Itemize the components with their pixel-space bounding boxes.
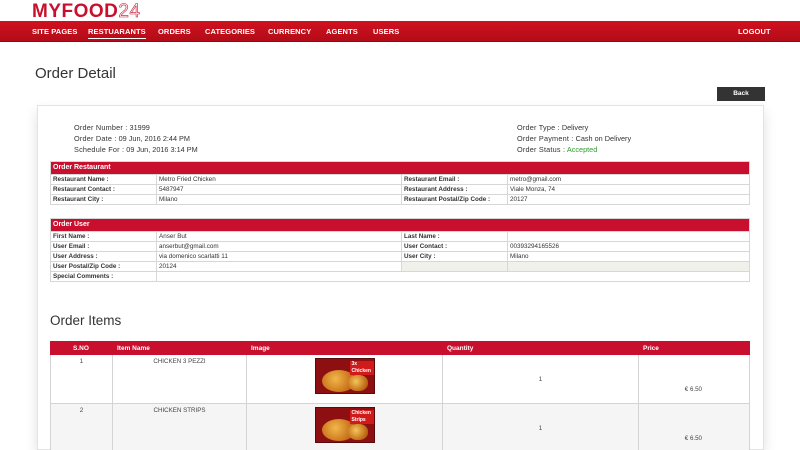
item-image-cell: Chicken Strips (246, 403, 443, 450)
order-payment-value: Cash on Delivery (575, 134, 632, 143)
nav-users[interactable]: USERS (373, 27, 399, 36)
user-city-label: User City : (401, 251, 508, 262)
empty-cell (507, 261, 750, 272)
logo-text: MYFOOD (32, 1, 119, 22)
top-header: MYFOOD24 (0, 0, 800, 22)
user-email-value: anserbut@gmail.com (156, 241, 402, 252)
nav-currency[interactable]: CURRENCY (268, 27, 311, 36)
order-restaurant-table: Order Restaurant Restaurant Name : Metro… (50, 161, 750, 205)
restaurant-name-value: Metro Fried Chicken (156, 174, 402, 185)
item-image-cell: 3x Chicken (246, 354, 443, 404)
item-price: € 6.50 (638, 354, 750, 404)
food-shape (347, 424, 368, 440)
special-comments-label: Special Comments : (50, 271, 157, 282)
user-section-heading: Order User (50, 218, 750, 232)
order-items-title: Order Items (50, 313, 122, 328)
item-name: CHICKEN 3 PEZZI (112, 354, 247, 404)
page-title: Order Detail (35, 65, 116, 82)
user-zip-label: User Postal/Zip Code : (50, 261, 157, 272)
item-sno: 1 (50, 354, 113, 404)
order-type-label: Order Type : (517, 123, 560, 132)
order-date-label: Order Date : (74, 134, 117, 143)
order-status-label: Order Status : (517, 145, 566, 154)
restaurant-city-label: Restaurant City : (50, 194, 157, 205)
item-image[interactable]: Chicken Strips (314, 407, 375, 443)
order-type: Order Type : Delivery (517, 123, 588, 132)
restaurant-zip-value: 20127 (507, 194, 750, 205)
logo-number: 24 (118, 1, 141, 23)
order-date-value: 09 Jun, 2016 2:44 PM (118, 134, 190, 143)
back-button[interactable]: Back (717, 87, 765, 101)
empty-cell (401, 261, 508, 272)
table-row: 2 CHICKEN STRIPS Chicken Strips 1 € 6.50 (50, 403, 750, 450)
image-badge: Chicken Strips (349, 410, 374, 424)
items-header-row: S.NO Item Name Image Quantity Price (50, 341, 750, 355)
order-type-value: Delivery (561, 123, 589, 132)
user-contact-label: User Contact : (401, 241, 508, 252)
restaurant-zip-label: Restaurant Postal/Zip Code : (401, 194, 508, 205)
nav-restaurants[interactable]: RESTUARANTS (88, 27, 146, 39)
restaurant-section-heading: Order Restaurant (50, 161, 750, 175)
image-badge: 3x Chicken (349, 361, 374, 375)
user-last-name-label: Last Name : (401, 231, 508, 242)
restaurant-contact-value: 5487947 (156, 184, 402, 195)
item-quantity: 1 (442, 354, 639, 404)
main-navbar: SITE PAGES RESTUARANTS ORDERS CATEGORIES… (0, 21, 800, 42)
col-sno: S.NO (50, 341, 113, 355)
order-payment: Order Payment : Cash on Delivery (517, 134, 631, 143)
restaurant-name-label: Restaurant Name : (50, 174, 157, 185)
item-quantity: 1 (442, 403, 639, 450)
order-items-table: S.NO Item Name Image Quantity Price 1 CH… (50, 341, 750, 450)
item-sno: 2 (50, 403, 113, 450)
restaurant-email-value: metro@gmail.com (507, 174, 750, 185)
restaurant-contact-label: Restaurant Contact : (50, 184, 157, 195)
order-number-label: Order Number : (74, 123, 128, 132)
order-schedule-value: 09 Jun, 2016 3:14 PM (126, 145, 198, 154)
item-price: € 6.50 (638, 403, 750, 450)
user-city-value: Milano (507, 251, 750, 262)
restaurant-address-label: Restaurant Address : (401, 184, 508, 195)
nav-categories[interactable]: CATEGORIES (205, 27, 255, 36)
order-number-value: 31999 (129, 123, 150, 132)
user-email-label: User Email : (50, 241, 157, 252)
table-row: 1 CHICKEN 3 PEZZI 3x Chicken 1 € 6.50 (50, 354, 750, 404)
order-schedule-label: Schedule For : (74, 145, 125, 154)
col-quantity: Quantity (442, 341, 639, 355)
nav-site-pages[interactable]: SITE PAGES (32, 27, 77, 36)
nav-orders[interactable]: ORDERS (158, 27, 191, 36)
user-contact-value: 00393294165526 (507, 241, 750, 252)
special-comments-value (156, 271, 750, 282)
order-number: Order Number : 31999 (74, 123, 150, 132)
item-image[interactable]: 3x Chicken (314, 358, 375, 394)
col-item-name: Item Name (112, 341, 247, 355)
user-address-value: via domenico scarlatti 11 (156, 251, 402, 262)
user-last-name-value (507, 231, 750, 242)
user-first-name-label: First Name : (50, 231, 157, 242)
order-schedule: Schedule For : 09 Jun, 2016 3:14 PM (74, 145, 198, 154)
food-shape (347, 375, 368, 391)
order-date: Order Date : 09 Jun, 2016 2:44 PM (74, 134, 190, 143)
user-address-label: User Address : (50, 251, 157, 262)
brand-logo[interactable]: MYFOOD24 (32, 1, 141, 23)
col-price: Price (638, 341, 750, 355)
order-user-table: Order User First Name : Anser But Last N… (50, 218, 750, 282)
status-badge: Accepted (566, 145, 598, 154)
restaurant-address-value: Viale Monza, 74 (507, 184, 750, 195)
logout-link[interactable]: LOGOUT (738, 27, 771, 36)
order-status: Order Status : Accepted (517, 145, 597, 154)
item-name: CHICKEN STRIPS (112, 403, 247, 450)
restaurant-city-value: Milano (156, 194, 402, 205)
user-zip-value: 20124 (156, 261, 402, 272)
order-payment-label: Order Payment : (517, 134, 574, 143)
restaurant-email-label: Restaurant Email : (401, 174, 508, 185)
user-first-name-value: Anser But (156, 231, 402, 242)
col-image: Image (246, 341, 443, 355)
nav-agents[interactable]: AGENTS (326, 27, 358, 36)
